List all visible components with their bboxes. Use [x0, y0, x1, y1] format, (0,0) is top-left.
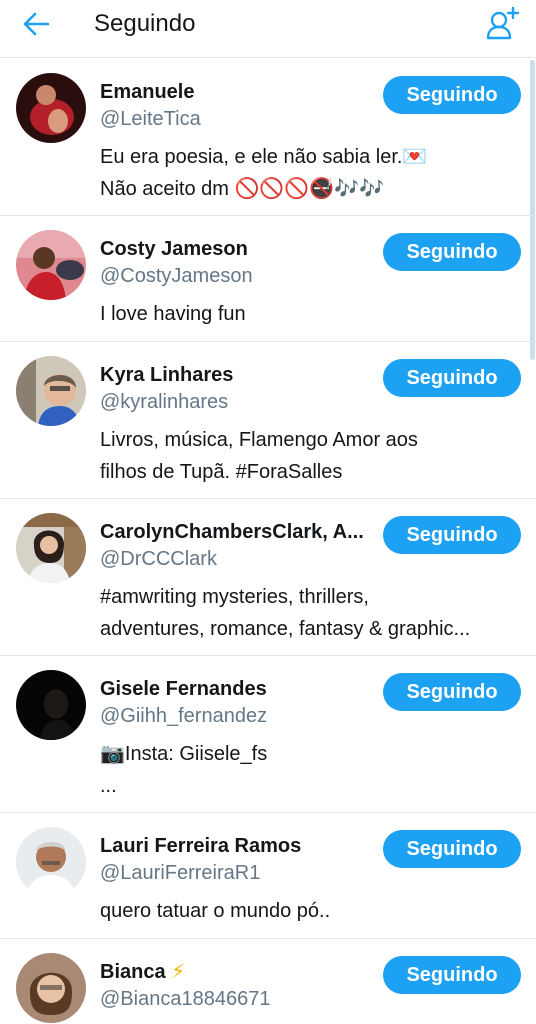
list-item[interactable]: Emanuele @LeiteTica Eu era poesia, e ele…	[0, 59, 536, 216]
list-item[interactable]: Lauri Ferreira Ramos @LauriFerreiraR1 qu…	[0, 813, 536, 939]
following-button[interactable]: Seguindo	[383, 673, 521, 711]
user-bio: quero tatuar o mundo pó..	[100, 900, 331, 922]
user-handle: @Giihh_fernandez	[100, 705, 268, 727]
user-name: Emanuele	[100, 81, 195, 103]
list-item[interactable]: Kyra Linhares @kyralinhares Livros, músi…	[0, 342, 536, 499]
back-button[interactable]	[18, 8, 58, 40]
arrow-left-icon	[23, 12, 50, 36]
user-name: Gisele Fernandes	[100, 678, 267, 700]
following-button[interactable]: Seguindo	[383, 830, 521, 868]
avatar[interactable]	[16, 953, 86, 1023]
user-name: Costy Jameson	[100, 238, 248, 260]
user-handle: @LauriFerreiraR1	[100, 862, 261, 884]
page-title: Seguindo	[94, 10, 196, 37]
lightning-icon: ⚡	[171, 961, 186, 983]
following-list: Emanuele @LeiteTica Eu era poesia, e ele…	[0, 59, 536, 1024]
avatar[interactable]	[16, 827, 86, 897]
user-name: Kyra Linhares	[100, 364, 234, 386]
add-user-button[interactable]	[484, 4, 524, 44]
user-bio: #amwriting mysteries, thrillers, adventu…	[100, 586, 471, 640]
user-name: Lauri Ferreira Ramos	[100, 835, 302, 857]
list-item[interactable]: Gisele Fernandes @Giihh_fernandez 📷Insta…	[0, 656, 536, 813]
user-name: CarolynChambersClark, A...	[100, 521, 364, 543]
user-bio: Livros, música, Flamengo Amor aos filhos…	[100, 429, 418, 483]
user-bio: Eu era poesia, e ele não sabia ler.💌 Não…	[100, 146, 428, 200]
user-name-text: Bianca	[100, 961, 166, 983]
following-button[interactable]: Seguindo	[383, 76, 521, 114]
avatar[interactable]	[16, 356, 86, 426]
user-handle: @DrCCClark	[100, 548, 217, 570]
avatar[interactable]	[16, 670, 86, 740]
following-button[interactable]: Seguindo	[383, 956, 521, 994]
user-handle: @CostyJameson	[100, 265, 253, 287]
following-button[interactable]: Seguindo	[383, 233, 521, 271]
list-item[interactable]: Bianca ⚡ @Bianca18846671 Seguindo	[0, 939, 536, 1024]
user-name: Bianca ⚡	[100, 959, 185, 985]
list-item[interactable]: CarolynChambersClark, A... @DrCCClark #a…	[0, 499, 536, 656]
following-button[interactable]: Seguindo	[383, 516, 521, 554]
user-handle: @Bianca18846671	[100, 988, 271, 1010]
following-button[interactable]: Seguindo	[383, 359, 521, 397]
user-handle: @kyralinhares	[100, 391, 229, 413]
user-handle: @LeiteTica	[100, 108, 201, 130]
add-user-icon	[486, 6, 520, 40]
avatar[interactable]	[16, 513, 86, 583]
user-bio: 📷Insta: Giisele_fs ...	[100, 743, 268, 797]
top-app-bar: Seguindo	[0, 0, 536, 58]
avatar[interactable]	[16, 73, 86, 143]
list-item[interactable]: Costy Jameson @CostyJameson I love havin…	[0, 216, 536, 342]
user-bio: I love having fun	[100, 303, 246, 325]
avatar[interactable]	[16, 230, 86, 300]
